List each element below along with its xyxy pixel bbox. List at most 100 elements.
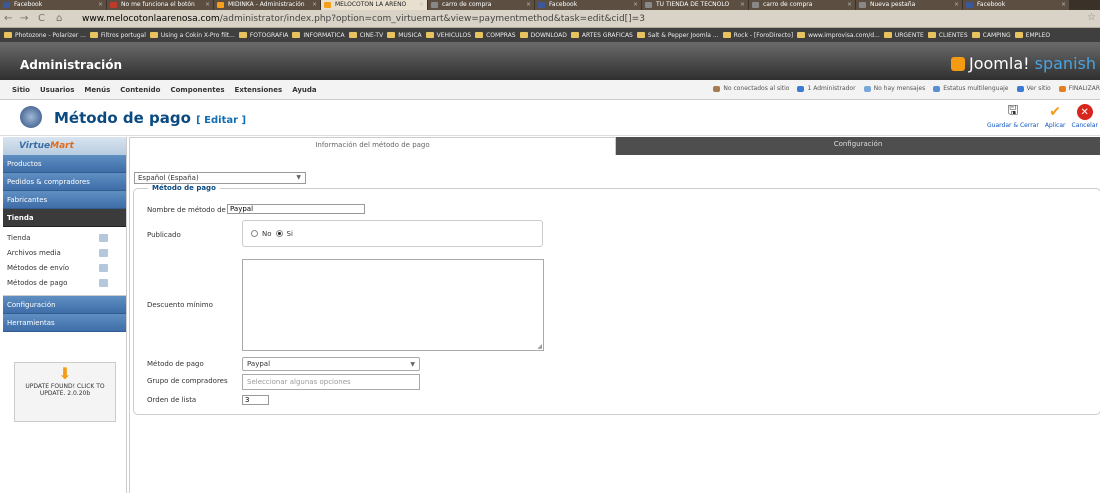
- bookmark-label: FOTOGRAFIA: [249, 31, 289, 39]
- close-icon[interactable]: ×: [526, 0, 531, 10]
- close-icon[interactable]: ×: [633, 0, 638, 10]
- payment-method-fieldset: Método de pago Nombre de método de pago …: [133, 184, 1100, 415]
- joomla-icon: [217, 2, 224, 8]
- bookmark-item[interactable]: DOWNLOAD: [519, 32, 567, 39]
- tab-configuration[interactable]: Configuración: [616, 137, 1100, 155]
- status-item[interactable]: 1 Administrador: [797, 85, 856, 92]
- published-no-radio[interactable]: [251, 230, 258, 237]
- menu-item[interactable]: Contenido: [120, 86, 160, 94]
- address-bar[interactable]: www.melocotonlaarenosa.com/administrator…: [82, 12, 1090, 26]
- bookmark-star-icon[interactable]: ☆: [1087, 12, 1096, 23]
- status-item[interactable]: Estatus multilenguaje: [933, 85, 1009, 92]
- view-site-icon: [1016, 85, 1024, 92]
- language-select[interactable]: Español (España) ▼: [134, 172, 306, 184]
- browser-tab[interactable]: Facebook ×: [535, 0, 642, 10]
- close-icon[interactable]: ×: [419, 0, 424, 10]
- apply-button[interactable]: ✔ Aplicar: [1045, 104, 1066, 129]
- menu-item[interactable]: Menús: [84, 86, 110, 94]
- update-notice[interactable]: ⬇ UPDATE FOUND! CLICK TO UPDATE. 2.0.20b: [14, 362, 116, 422]
- menu-item[interactable]: Usuarios: [40, 86, 74, 94]
- sidebar-item[interactable]: Tienda: [3, 231, 126, 246]
- menu-item[interactable]: Componentes: [170, 86, 224, 94]
- menu-item[interactable]: Ayuda: [292, 86, 316, 94]
- page-icon: [752, 2, 759, 8]
- payment-method-select[interactable]: Paypal ▼: [242, 357, 420, 371]
- status-item[interactable]: No conectados al sitio: [713, 85, 789, 92]
- bookmark-item[interactable]: CAMPING: [971, 32, 1011, 39]
- browser-tab-label: Facebook: [977, 1, 1006, 8]
- bookmark-item[interactable]: VEHICULOS: [425, 32, 471, 39]
- menu-item[interactable]: Extensiones: [235, 86, 283, 94]
- home-icon[interactable]: ⌂: [56, 13, 62, 24]
- back-icon[interactable]: ←: [4, 13, 12, 24]
- browser-tab-label: No me funciona el botón: [121, 1, 195, 8]
- sidebar-item[interactable]: Métodos de envío: [3, 261, 126, 276]
- order-input[interactable]: 3: [242, 395, 269, 405]
- resize-handle-icon[interactable]: ◢: [537, 343, 542, 350]
- bookmark-item[interactable]: Rock - [ForoDirecto]: [722, 32, 793, 39]
- reload-icon[interactable]: C: [38, 13, 45, 24]
- browser-tab[interactable]: Facebook ×: [0, 0, 107, 10]
- message-icon: [863, 85, 871, 92]
- bookmark-item[interactable]: CINE-TV: [348, 31, 384, 39]
- menu-item[interactable]: Sitio: [12, 86, 30, 94]
- sidebar-item[interactable]: Métodos de pago: [3, 276, 126, 291]
- bookmark-item[interactable]: EMPLEO: [1014, 32, 1050, 39]
- published-no-label: No: [262, 229, 272, 238]
- browser-tab[interactable]: carro de compra ×: [749, 0, 856, 10]
- cancel-label: Cancelar: [1071, 122, 1098, 129]
- close-icon[interactable]: ×: [847, 0, 852, 10]
- close-icon[interactable]: ×: [1061, 0, 1066, 10]
- close-icon[interactable]: ×: [205, 0, 210, 10]
- close-icon[interactable]: ×: [740, 0, 745, 10]
- sidebar-section[interactable]: Herramientas: [3, 314, 126, 332]
- bookmark-item[interactable]: Photozone - Polarizer ...: [4, 32, 86, 39]
- window-controls[interactable]: [1070, 0, 1100, 10]
- status-item[interactable]: Ver sitio: [1016, 85, 1051, 92]
- bookmark-item[interactable]: Using a Cokin X-Pro filt...: [149, 32, 235, 39]
- close-icon[interactable]: ×: [98, 0, 103, 10]
- close-icon[interactable]: ×: [954, 0, 959, 10]
- min-discount-textarea[interactable]: ◢: [242, 259, 544, 351]
- folder-icon: [348, 32, 357, 38]
- sidebar-section[interactable]: Tienda: [3, 209, 126, 227]
- bookmark-label: CINE-TV: [359, 31, 384, 39]
- admin-menu-bar: Sitio Usuarios Menús Contenido Componentes Ex…: [0, 80, 1100, 100]
- browser-tab[interactable]: carro de compra ×: [428, 0, 535, 10]
- tab-payment-info[interactable]: Información del método de pago: [129, 137, 616, 155]
- shopper-groups-select[interactable]: Seleccionar algunas opciones: [242, 374, 420, 390]
- content-tabs: Información del método de pago Configura…: [129, 137, 1100, 155]
- browser-tab[interactable]: MELOCOTON LA ARENO ×: [321, 0, 428, 10]
- bookmark-item[interactable]: CLIENTES: [927, 32, 968, 39]
- bookmark-item[interactable]: MUSICA: [387, 32, 422, 39]
- browser-tab[interactable]: TU TIENDA DE TECNOLO ×: [642, 0, 749, 10]
- forward-icon[interactable]: →: [20, 13, 28, 24]
- sidebar-section[interactable]: Pedidos & compradores: [3, 173, 126, 191]
- bookmark-item[interactable]: Filtros portugal: [89, 32, 146, 39]
- browser-tab[interactable]: Nueva pestaña ×: [856, 0, 963, 10]
- published-yes-radio[interactable]: [275, 230, 283, 237]
- browser-tab[interactable]: No me funciona el botón ×: [107, 0, 214, 10]
- bookmark-item[interactable]: www.improvisa.com/d...: [797, 32, 880, 39]
- save-close-button[interactable]: 🖫 Guardar & Cerrar: [987, 103, 1039, 129]
- sidebar-item[interactable]: Archivos media: [3, 246, 126, 261]
- sidebar-section[interactable]: Productos: [3, 155, 126, 173]
- browser-tab[interactable]: MIDINKA - Administración ×: [214, 0, 321, 10]
- bookmark-item[interactable]: INFORMATICA: [292, 32, 345, 39]
- sidebar-section[interactable]: Fabricantes: [3, 191, 126, 209]
- status-item[interactable]: FINALIZAR: [1058, 85, 1100, 92]
- status-item[interactable]: No hay mensajes: [863, 85, 925, 92]
- bookmark-label: COMPRAS: [486, 31, 516, 39]
- close-icon[interactable]: ×: [312, 0, 317, 10]
- browser-tab[interactable]: Facebook ×: [963, 0, 1070, 10]
- folder-icon: [519, 32, 528, 38]
- cancel-button[interactable]: ✕ Cancelar: [1072, 104, 1098, 129]
- sidebar-item-label: Archivos media: [7, 249, 61, 257]
- bookmark-item[interactable]: URGENTE: [883, 32, 924, 39]
- bookmark-item[interactable]: Salt & Pepper Joomla ...: [636, 32, 719, 39]
- bookmark-item[interactable]: ARTES GRAFICAS: [570, 32, 633, 39]
- bookmark-item[interactable]: FOTOGRAFIA: [238, 31, 289, 39]
- bookmark-item[interactable]: COMPRAS: [475, 32, 516, 39]
- sidebar-section[interactable]: Configuración: [3, 296, 126, 314]
- name-input[interactable]: Paypal: [227, 204, 365, 214]
